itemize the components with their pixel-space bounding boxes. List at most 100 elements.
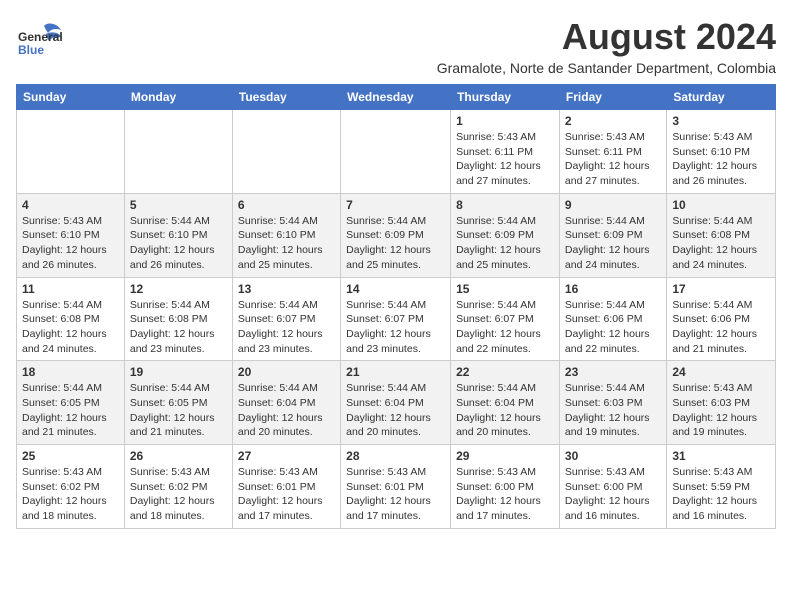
calendar-cell: 8Sunrise: 5:44 AMSunset: 6:09 PMDaylight…	[451, 193, 560, 277]
day-number: 8	[456, 198, 554, 212]
day-number: 26	[130, 449, 227, 463]
calendar-cell: 11 Sunrise: 5:44 AMSunset: 6:08 PMDayligh…	[17, 277, 125, 361]
calendar-cell: 23Sunrise: 5:44 AMSunset: 6:03 PMDayligh…	[559, 361, 666, 445]
day-info: Sunrise: 5:43 AMSunset: 6:00 PMDaylight:…	[456, 465, 554, 524]
calendar-cell: 13 Sunrise: 5:44 AMSunset: 6:07 PMDayligh…	[232, 277, 340, 361]
day-info: Sunrise: 5:43 AMSunset: 6:01 PMDaylight:…	[346, 465, 445, 524]
day-info: Sunrise: 5:43 AMSunset: 6:02 PMDaylight:…	[22, 465, 119, 524]
day-info: Sunrise: 5:43 AMSunset: 6:10 PMDaylight:…	[672, 130, 770, 189]
calendar-cell	[17, 110, 125, 194]
day-number: 31	[672, 449, 770, 463]
calendar-header-monday: Monday	[124, 85, 232, 110]
calendar-cell: 17 Sunrise: 5:44 AMSunset: 6:06 PMDayligh…	[667, 277, 776, 361]
calendar-header-tuesday: Tuesday	[232, 85, 340, 110]
day-number: 3	[672, 114, 770, 128]
calendar-week-row: 18 Sunrise: 5:44 AMSunset: 6:05 PMDayligh…	[17, 361, 776, 445]
day-info: Sunrise: 5:44 AMSunset: 6:10 PMDaylight:…	[238, 214, 335, 273]
day-number: 2	[565, 114, 661, 128]
day-info: Sunrise: 5:44 AMSunset: 6:04 PMDaylight:…	[456, 381, 554, 440]
calendar-cell: 29Sunrise: 5:43 AMSunset: 6:00 PMDayligh…	[451, 445, 560, 529]
subtitle: Gramalote, Norte de Santander Department…	[437, 60, 776, 76]
day-number: 15	[456, 282, 554, 296]
day-number: 21	[346, 365, 445, 379]
day-number: 4	[22, 198, 119, 212]
day-info: Sunrise: 5:44 AMSunset: 6:10 PMDaylight:…	[130, 214, 227, 273]
title-area: August 2024 Gramalote, Norte de Santande…	[437, 16, 776, 76]
calendar-cell: 30 Sunrise: 5:43 AMSunset: 6:00 PMDayligh…	[559, 445, 666, 529]
day-number: 14	[346, 282, 445, 296]
calendar-cell: 26 Sunrise: 5:43 AMSunset: 6:02 PMDayligh…	[124, 445, 232, 529]
day-number: 17	[672, 282, 770, 296]
calendar-cell: 5 Sunrise: 5:44 AMSunset: 6:10 PMDaylight…	[124, 193, 232, 277]
calendar-cell: 10Sunrise: 5:44 AMSunset: 6:08 PMDayligh…	[667, 193, 776, 277]
calendar-cell: 18 Sunrise: 5:44 AMSunset: 6:05 PMDayligh…	[17, 361, 125, 445]
logo: General Blue	[16, 16, 66, 66]
day-number: 25	[22, 449, 119, 463]
day-number: 19	[130, 365, 227, 379]
day-number: 7	[346, 198, 445, 212]
day-info: Sunrise: 5:44 AMSunset: 6:05 PMDaylight:…	[130, 381, 227, 440]
day-number: 13	[238, 282, 335, 296]
calendar-week-row: 25 Sunrise: 5:43 AMSunset: 6:02 PMDayligh…	[17, 445, 776, 529]
calendar-cell	[232, 110, 340, 194]
day-info: Sunrise: 5:44 AMSunset: 6:04 PMDaylight:…	[346, 381, 445, 440]
page-header: General Blue August 2024 Gramalote, Nort…	[16, 16, 776, 76]
day-info: Sunrise: 5:44 AMSunset: 6:03 PMDaylight:…	[565, 381, 661, 440]
logo-icon: General Blue	[16, 16, 66, 66]
day-number: 27	[238, 449, 335, 463]
calendar-header-friday: Friday	[559, 85, 666, 110]
day-number: 6	[238, 198, 335, 212]
day-info: Sunrise: 5:44 AMSunset: 6:09 PMDaylight:…	[346, 214, 445, 273]
day-number: 22	[456, 365, 554, 379]
calendar-cell: 12Sunrise: 5:44 AMSunset: 6:08 PMDayligh…	[124, 277, 232, 361]
calendar-header-row: SundayMondayTuesdayWednesdayThursdayFrid…	[17, 85, 776, 110]
day-number: 10	[672, 198, 770, 212]
calendar-cell: 16Sunrise: 5:44 AMSunset: 6:06 PMDayligh…	[559, 277, 666, 361]
calendar-cell: 28 Sunrise: 5:43 AMSunset: 6:01 PMDayligh…	[341, 445, 451, 529]
day-info: Sunrise: 5:43 AMSunset: 6:02 PMDaylight:…	[130, 465, 227, 524]
calendar-cell: 9Sunrise: 5:44 AMSunset: 6:09 PMDaylight…	[559, 193, 666, 277]
day-number: 1	[456, 114, 554, 128]
day-info: Sunrise: 5:43 AMSunset: 5:59 PMDaylight:…	[672, 465, 770, 524]
day-number: 11	[22, 282, 119, 296]
calendar-cell: 25 Sunrise: 5:43 AMSunset: 6:02 PMDayligh…	[17, 445, 125, 529]
day-info: Sunrise: 5:44 AMSunset: 6:05 PMDaylight:…	[22, 381, 119, 440]
day-info: Sunrise: 5:44 AMSunset: 6:07 PMDaylight:…	[346, 298, 445, 357]
day-number: 5	[130, 198, 227, 212]
day-info: Sunrise: 5:43 AMSunset: 6:00 PMDaylight:…	[565, 465, 661, 524]
calendar-header-thursday: Thursday	[451, 85, 560, 110]
calendar-header-sunday: Sunday	[17, 85, 125, 110]
calendar-cell: 2 Sunrise: 5:43 AMSunset: 6:11 PMDaylight…	[559, 110, 666, 194]
day-info: Sunrise: 5:44 AMSunset: 6:06 PMDaylight:…	[672, 298, 770, 357]
calendar-cell: 22 Sunrise: 5:44 AMSunset: 6:04 PMDayligh…	[451, 361, 560, 445]
svg-text:Blue: Blue	[18, 43, 44, 57]
calendar-cell: 7 Sunrise: 5:44 AMSunset: 6:09 PMDaylight…	[341, 193, 451, 277]
calendar-cell: 19 Sunrise: 5:44 AMSunset: 6:05 PMDayligh…	[124, 361, 232, 445]
calendar-week-row: 1 Sunrise: 5:43 AMSunset: 6:11 PMDaylight…	[17, 110, 776, 194]
day-info: Sunrise: 5:43 AMSunset: 6:10 PMDaylight:…	[22, 214, 119, 273]
day-info: Sunrise: 5:44 AMSunset: 6:07 PMDaylight:…	[456, 298, 554, 357]
calendar-cell: 6 Sunrise: 5:44 AMSunset: 6:10 PMDaylight…	[232, 193, 340, 277]
day-number: 16	[565, 282, 661, 296]
calendar-cell: 31 Sunrise: 5:43 AMSunset: 5:59 PMDayligh…	[667, 445, 776, 529]
svg-text:General: General	[18, 30, 63, 44]
calendar-cell: 14 Sunrise: 5:44 AMSunset: 6:07 PMDayligh…	[341, 277, 451, 361]
calendar-cell: 27 Sunrise: 5:43 AMSunset: 6:01 PMDayligh…	[232, 445, 340, 529]
calendar-week-row: 11 Sunrise: 5:44 AMSunset: 6:08 PMDayligh…	[17, 277, 776, 361]
day-info: Sunrise: 5:44 AMSunset: 6:08 PMDaylight:…	[22, 298, 119, 357]
day-number: 20	[238, 365, 335, 379]
month-title: August 2024	[437, 16, 776, 58]
calendar-cell	[341, 110, 451, 194]
day-info: Sunrise: 5:43 AMSunset: 6:11 PMDaylight:…	[565, 130, 661, 189]
day-info: Sunrise: 5:44 AMSunset: 6:08 PMDaylight:…	[130, 298, 227, 357]
day-number: 28	[346, 449, 445, 463]
day-info: Sunrise: 5:44 AMSunset: 6:09 PMDaylight:…	[565, 214, 661, 273]
day-number: 30	[565, 449, 661, 463]
calendar-cell: 21 Sunrise: 5:44 AMSunset: 6:04 PMDayligh…	[341, 361, 451, 445]
calendar-header-saturday: Saturday	[667, 85, 776, 110]
day-info: Sunrise: 5:44 AMSunset: 6:07 PMDaylight:…	[238, 298, 335, 357]
day-info: Sunrise: 5:43 AMSunset: 6:11 PMDaylight:…	[456, 130, 554, 189]
day-number: 18	[22, 365, 119, 379]
calendar-cell: 20Sunrise: 5:44 AMSunset: 6:04 PMDayligh…	[232, 361, 340, 445]
day-info: Sunrise: 5:43 AMSunset: 6:01 PMDaylight:…	[238, 465, 335, 524]
